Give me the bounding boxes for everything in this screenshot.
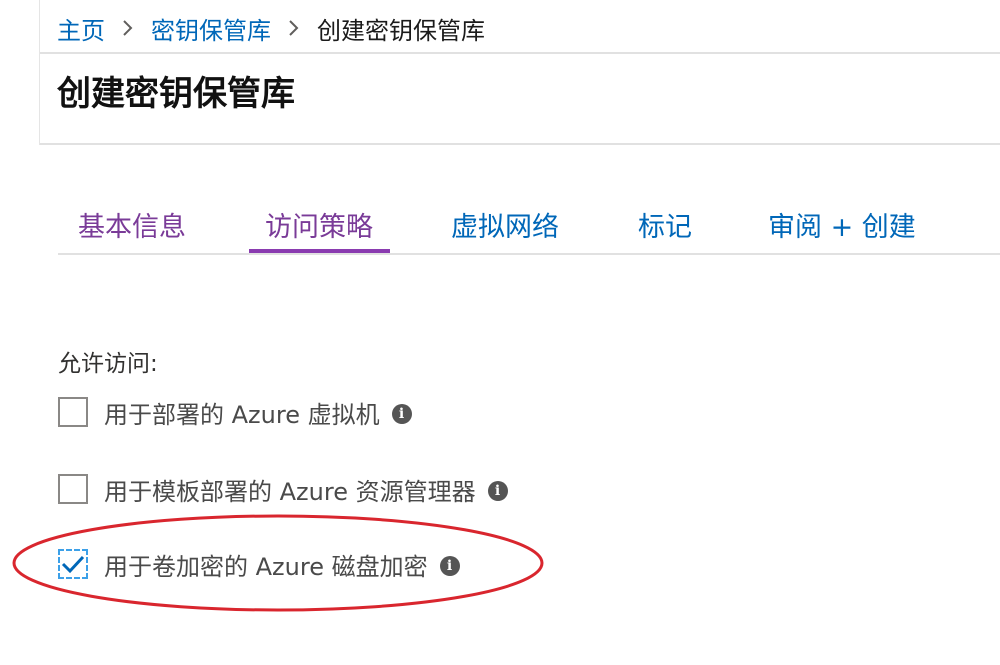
chevron-right-icon: [105, 19, 151, 37]
option-template-deployment: 用于模板部署的 Azure 资源管理器 i: [58, 471, 508, 507]
option-disk-encryption: 用于卷加密的 Azure 磁盘加密 i: [58, 546, 460, 582]
info-icon[interactable]: i: [487, 481, 508, 501]
breadcrumb-key-vaults-link[interactable]: 密钥保管库: [151, 11, 271, 46]
tab-access-policies[interactable]: 访问策略: [265, 205, 373, 244]
left-pane-edge: [39, 0, 40, 145]
tab-basics[interactable]: 基本信息: [78, 205, 186, 244]
template-deployment-label: 用于模板部署的 Azure 资源管理器: [104, 477, 476, 506]
tab-virtual-network[interactable]: 虚拟网络: [451, 205, 559, 244]
tab-tags[interactable]: 标记: [638, 205, 692, 244]
checkmark-icon: [61, 555, 85, 574]
chevron-right-icon: [271, 19, 317, 37]
page-title: 创建密钥保管库: [57, 74, 295, 114]
tab-strip: 基本信息 访问策略 虚拟网络 标记 审阅 + 创建: [58, 195, 1000, 255]
breadcrumb: 主页 密钥保管库 创建密钥保管库: [57, 11, 485, 46]
tabs-divider: [58, 253, 1000, 255]
header-divider: [40, 143, 1000, 145]
info-icon[interactable]: i: [391, 404, 412, 424]
info-icon[interactable]: i: [439, 556, 460, 576]
option-vm-deployment: 用于部署的 Azure 虚拟机 i: [58, 394, 412, 430]
vm-deployment-label: 用于部署的 Azure 虚拟机: [104, 400, 380, 429]
breadcrumb-divider: [40, 52, 1000, 54]
enable-access-label: 允许访问:: [58, 351, 158, 377]
disk-encryption-checkbox[interactable]: [58, 549, 88, 579]
breadcrumb-current: 创建密钥保管库: [317, 16, 485, 45]
tab-review-create[interactable]: 审阅 + 创建: [768, 205, 916, 244]
disk-encryption-label: 用于卷加密的 Azure 磁盘加密: [104, 552, 428, 581]
template-deployment-checkbox[interactable]: [58, 474, 88, 504]
breadcrumb-home-link[interactable]: 主页: [57, 11, 105, 46]
vm-deployment-checkbox[interactable]: [58, 397, 88, 427]
